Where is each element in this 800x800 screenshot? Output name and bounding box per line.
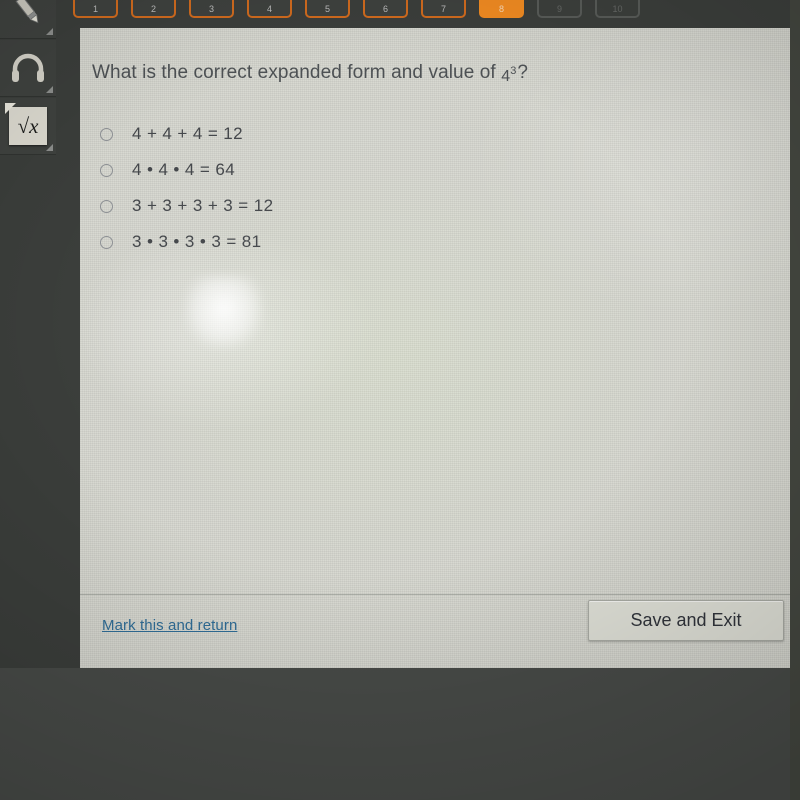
resize-corner-icon [46,86,53,93]
question-navigation-strip: 1 2 3 4 5 6 7 8 9 10 [0,0,800,20]
question-nav-button-4[interactable]: 4 [247,0,292,18]
answer-option-label: 4 • 4 • 4 = 64 [132,160,236,179]
question-nav-button-6[interactable]: 6 [363,0,408,18]
question-nav-button-label: 7 [440,4,446,14]
headphones-tool[interactable] [0,40,56,97]
screen-glare-artifact [185,276,263,348]
answer-option-a[interactable]: 4 + 4 + 4 = 12 [100,116,273,152]
question-panel: What is the correct expanded form and va… [80,28,790,668]
question-nav-button-label: 1 [92,4,98,14]
pencil-tool[interactable] [0,0,56,39]
question-prefix: What is the correct expanded form and va… [92,62,502,83]
square-root-glyph: √x [17,113,39,138]
question-nav-button-10: 10 [595,0,640,18]
question-nav-button-5[interactable]: 5 [305,0,350,18]
screen-photo: 1 2 3 4 5 6 7 8 9 10 √x What is the corr… [0,0,800,800]
question-nav-button-3[interactable]: 3 [189,0,234,18]
question-nav-button-label: 3 [208,4,214,14]
question-nav-button-label: 4 [266,4,272,14]
radio-button-a[interactable] [100,127,113,141]
question-base: 4 [501,68,511,85]
question-nav-button-8[interactable]: 8 [479,0,524,18]
answer-option-c[interactable]: 3 + 3 + 3 + 3 = 12 [100,188,273,224]
save-and-exit-button[interactable]: Save and Exit [588,600,784,641]
question-nav-button-label: 9 [556,4,562,14]
answer-option-d[interactable]: 3 • 3 • 3 • 3 = 81 [100,224,273,260]
question-nav-button-label: 10 [612,4,623,14]
answer-option-label: 4 + 4 + 4 = 12 [132,124,243,143]
bottom-chrome-bar [0,668,800,800]
answer-options-list: 4 + 4 + 4 = 12 4 • 4 • 4 = 64 3 + 3 + 3 + … [100,116,273,260]
question-nav-button-2[interactable]: 2 [131,0,176,18]
question-nav-button-label: 6 [382,4,388,14]
radio-button-d[interactable] [100,235,113,249]
resize-corner-icon [46,144,53,151]
question-nav-button-9: 9 [537,0,582,18]
right-chrome-edge [790,0,800,800]
question-nav-button-label: 2 [150,4,156,14]
question-nav-button-1[interactable]: 1 [73,0,118,18]
answer-option-label: 3 + 3 + 3 + 3 = 12 [132,196,274,215]
resize-corner-icon [46,28,53,35]
footer-divider [80,594,790,595]
question-text: What is the correct expanded form and va… [92,62,529,85]
question-nav-button-7[interactable]: 7 [421,0,466,18]
question-nav-button-label: 8 [498,4,504,14]
question-suffix: ? [517,62,529,83]
question-nav-button-label: 5 [324,4,330,14]
answer-option-label: 3 • 3 • 3 • 3 = 81 [132,232,262,251]
radio-button-b[interactable] [100,163,113,177]
mark-this-and-return-link[interactable]: Mark this and return [102,617,237,634]
radio-button-c[interactable] [100,199,113,213]
question-exponent: 3 [510,65,517,77]
answer-option-b[interactable]: 4 • 4 • 4 = 64 [100,152,273,188]
calculator-tool[interactable]: √x [0,98,56,155]
